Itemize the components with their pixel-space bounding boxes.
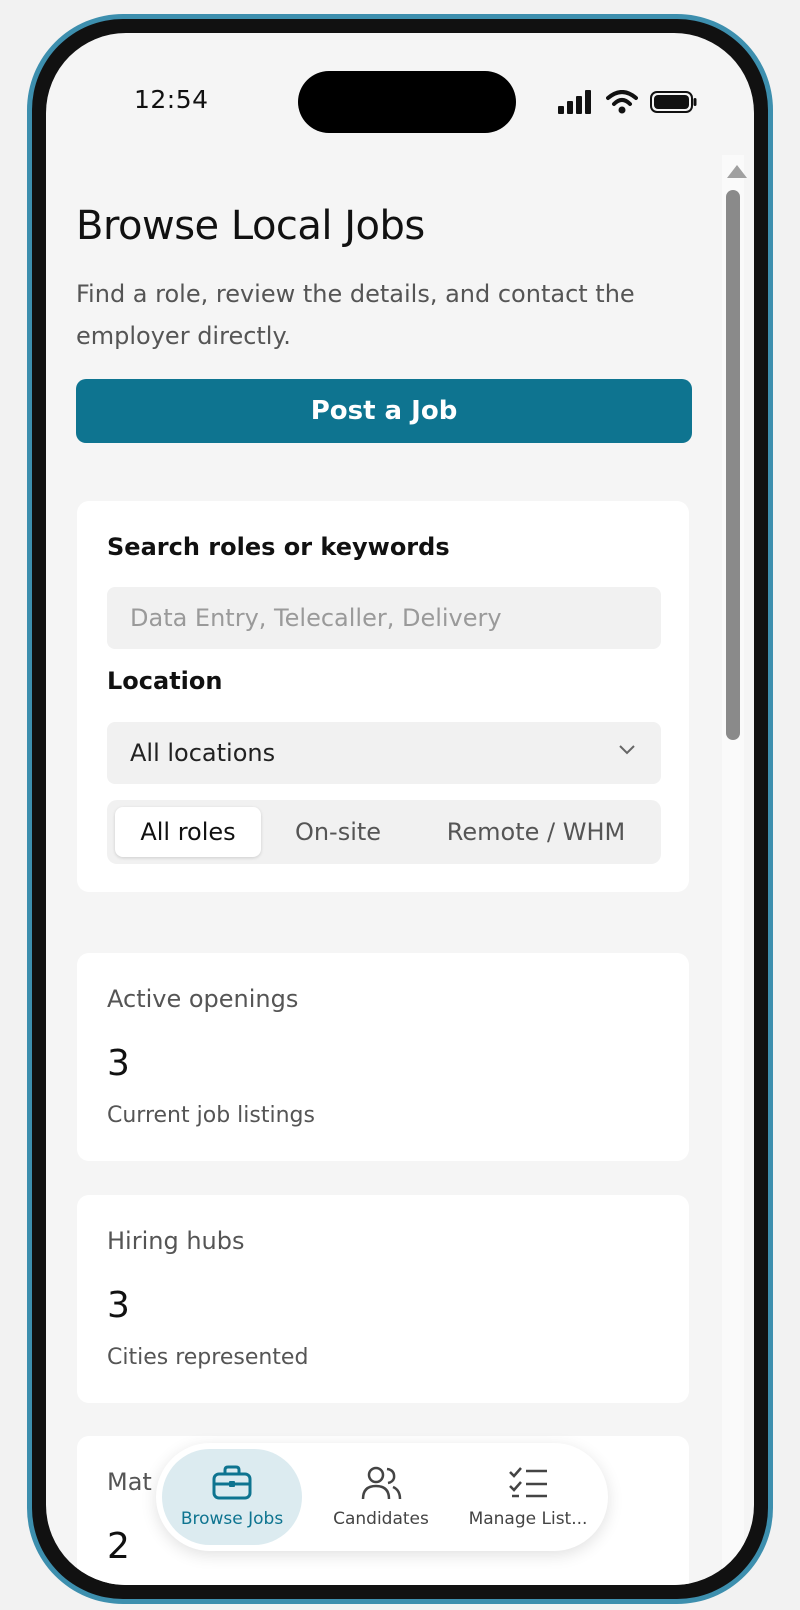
checklist-icon	[509, 1467, 547, 1498]
nav-candidates[interactable]: Candidates	[311, 1449, 451, 1545]
stat-value: 3	[107, 1285, 130, 1326]
stat-card-hiring-hubs: Hiring hubs 3 Cities represented	[77, 1195, 689, 1403]
phone-frame: 12:54 Browse Local Jobs Find a role, rev…	[27, 14, 773, 1604]
dynamic-island	[298, 71, 516, 133]
scroll-thumb[interactable]	[726, 190, 740, 740]
bottom-nav: Browse Jobs Candidates Manage List...	[156, 1443, 608, 1551]
status-time: 12:54	[134, 85, 209, 114]
page-subtitle: Find a role, review the details, and con…	[76, 280, 635, 350]
page-title: Browse Local Jobs	[76, 203, 425, 249]
briefcase-icon	[212, 1465, 252, 1500]
search-input[interactable]: Data Entry, Telecaller, Delivery	[107, 587, 661, 649]
scroll-up-arrow-icon[interactable]	[727, 165, 747, 178]
phone-bezel: 12:54 Browse Local Jobs Find a role, rev…	[32, 19, 768, 1599]
search-placeholder: Data Entry, Telecaller, Delivery	[130, 604, 502, 632]
location-value: All locations	[130, 739, 276, 767]
location-label: Location	[107, 667, 223, 695]
segment-on-site[interactable]: On-site	[265, 807, 411, 857]
stat-caption: Current job listings	[107, 1103, 315, 1128]
nav-browse-jobs[interactable]: Browse Jobs	[162, 1449, 302, 1545]
filter-card: Search roles or keywords Data Entry, Tel…	[77, 501, 689, 892]
stat-label: Active openings	[107, 985, 299, 1013]
users-icon	[361, 1466, 402, 1500]
stat-value: 2	[107, 1526, 130, 1567]
signal-icon	[558, 90, 591, 114]
stat-value: 3	[107, 1043, 130, 1084]
stat-label: Hiring hubs	[107, 1227, 245, 1255]
location-select[interactable]: All locations	[107, 722, 661, 784]
app-screen: 12:54 Browse Local Jobs Find a role, rev…	[46, 33, 754, 1585]
stat-label: Mat	[107, 1468, 152, 1496]
post-job-button[interactable]: Post a Job	[76, 379, 692, 443]
nav-manage-listings[interactable]: Manage List...	[458, 1449, 598, 1545]
segment-remote-whm[interactable]: Remote / WHM	[419, 807, 653, 857]
stat-caption: Cities represented	[107, 1345, 309, 1370]
nav-label: Manage List...	[468, 1509, 588, 1529]
wifi-icon	[606, 90, 638, 114]
nav-label: Browse Jobs	[180, 1509, 284, 1529]
nav-label: Candidates	[333, 1509, 429, 1529]
segment-all-roles[interactable]: All roles	[115, 807, 261, 857]
search-label: Search roles or keywords	[107, 533, 450, 561]
chevron-down-icon	[619, 745, 635, 755]
battery-icon	[650, 91, 697, 113]
scrollbar[interactable]	[722, 155, 747, 1585]
stat-card-active-openings: Active openings 3 Current job listings	[77, 953, 689, 1161]
status-icons	[558, 87, 698, 117]
role-type-segmented-control: All roles On-site Remote / WHM	[107, 800, 661, 864]
